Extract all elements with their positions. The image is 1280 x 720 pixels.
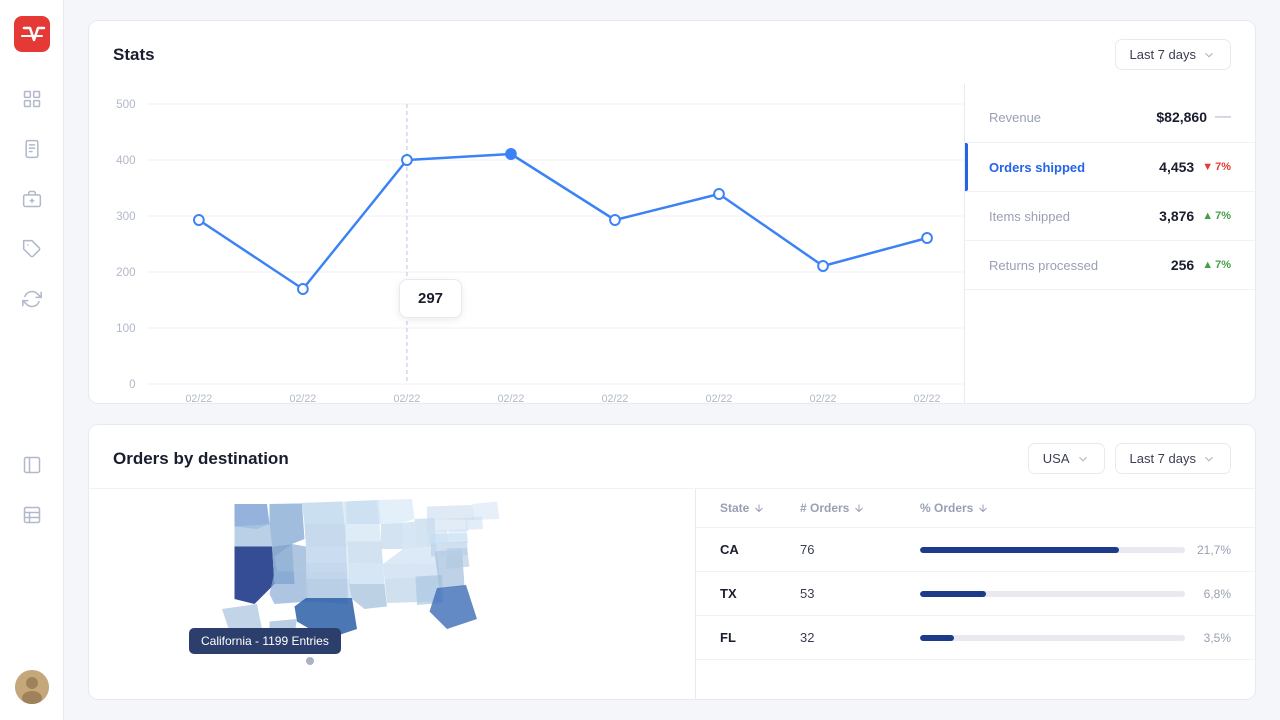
table-row-tx[interactable]: TX 53 6,8%	[696, 572, 1255, 616]
table-row-ca[interactable]: CA 76 21,7%	[696, 528, 1255, 572]
metric-returns-processed[interactable]: Returns processed 256 ▲ 7%	[965, 241, 1255, 290]
state-tx: TX	[720, 586, 800, 601]
map-area: California - 1199 Entries	[89, 489, 695, 700]
stats-title: Stats	[113, 45, 155, 65]
svg-text:300: 300	[116, 209, 136, 223]
sort-icon-state	[753, 502, 765, 514]
user-avatar[interactable]	[15, 670, 49, 704]
metric-orders-shipped-label: Orders shipped	[989, 160, 1159, 175]
svg-text:0: 0	[129, 377, 136, 391]
sort-icon-pct	[977, 502, 989, 514]
svg-text:400: 400	[116, 153, 136, 167]
svg-text:02/22: 02/22	[914, 393, 941, 404]
orders-card: Orders by destination USA Last 7 days	[88, 424, 1256, 700]
orders-body: California - 1199 Entries State # Orders	[89, 488, 1255, 700]
bar-track-fl	[920, 635, 1185, 641]
stats-metrics: Revenue $82,860 — Orders shipped 4,453 ▼…	[965, 84, 1255, 404]
orders-header: Orders by destination USA Last 7 days	[89, 425, 1255, 488]
us-map-svg	[99, 499, 685, 699]
tags-icon[interactable]	[21, 238, 43, 260]
orders-fl: 32	[800, 630, 920, 645]
table-header: State # Orders % Orders	[696, 489, 1255, 528]
table-icon[interactable]	[21, 504, 43, 526]
th-state[interactable]: State	[720, 501, 800, 515]
metric-orders-shipped-value: 4,453	[1159, 159, 1194, 175]
metric-items-shipped-value: 3,876	[1159, 208, 1194, 224]
orders-controls: USA Last 7 days	[1028, 443, 1231, 474]
panel-icon[interactable]	[21, 454, 43, 476]
pct-fl: 3,5%	[920, 631, 1231, 645]
bar-fill-tx	[920, 591, 986, 597]
sort-icon-orders	[853, 502, 865, 514]
stats-body: 500 400 300 200 100 0 02/22 02/22 02/22 …	[89, 84, 1255, 404]
svg-text:02/22: 02/22	[394, 393, 421, 404]
svg-text:02/22: 02/22	[706, 393, 733, 404]
orders-time-filter[interactable]: Last 7 days	[1115, 443, 1232, 474]
down-arrow-icon: ▼	[1202, 161, 1213, 173]
stats-card: Stats Last 7 days	[88, 20, 1256, 404]
country-filter[interactable]: USA	[1028, 443, 1105, 474]
pct-tx: 6,8%	[920, 587, 1231, 601]
chevron-down-icon-2	[1076, 452, 1090, 466]
chart-area: 500 400 300 200 100 0 02/22 02/22 02/22 …	[89, 84, 965, 404]
metric-items-shipped[interactable]: Items shipped 3,876 ▲ 7%	[965, 192, 1255, 241]
bar-fill-fl	[920, 635, 954, 641]
orders-icon[interactable]	[21, 138, 43, 160]
inventory-icon[interactable]	[21, 188, 43, 210]
table-row-fl[interactable]: FL 32 3,5%	[696, 616, 1255, 660]
sync-icon[interactable]	[21, 288, 43, 310]
orders-title: Orders by destination	[113, 449, 289, 469]
th-orders[interactable]: # Orders	[800, 501, 920, 515]
pct-label-tx: 6,8%	[1195, 587, 1231, 601]
bar-track-tx	[920, 591, 1185, 597]
metric-revenue-value: $82,860	[1156, 109, 1207, 125]
metric-items-shipped-label: Items shipped	[989, 209, 1159, 224]
stats-time-filter[interactable]: Last 7 days	[1115, 39, 1232, 70]
sidebar	[0, 0, 64, 720]
dashboard-icon[interactable]	[21, 88, 43, 110]
metric-returns-processed-label: Returns processed	[989, 258, 1171, 273]
orders-ca: 76	[800, 542, 920, 557]
pct-label-ca: 21,7%	[1195, 543, 1231, 557]
svg-text:02/22: 02/22	[810, 393, 837, 404]
svg-text:02/22: 02/22	[498, 393, 525, 404]
chevron-down-icon	[1202, 48, 1216, 62]
svg-text:02/22: 02/22	[185, 393, 212, 404]
pct-ca: 21,7%	[920, 543, 1231, 557]
svg-text:500: 500	[116, 97, 136, 111]
metric-orders-shipped-badge: ▼ 7%	[1202, 161, 1231, 173]
metric-revenue[interactable]: Revenue $82,860 —	[965, 92, 1255, 143]
metric-revenue-label: Revenue	[989, 110, 1156, 125]
main-content: Stats Last 7 days	[64, 0, 1280, 720]
state-table: State # Orders % Orders CA 76	[695, 489, 1255, 700]
state-fl: FL	[720, 630, 800, 645]
bar-track-ca	[920, 547, 1185, 553]
pct-label-fl: 3,5%	[1195, 631, 1231, 645]
metric-revenue-dash: —	[1215, 108, 1231, 126]
metric-orders-shipped[interactable]: Orders shipped 4,453 ▼ 7%	[965, 143, 1255, 192]
svg-text:02/22: 02/22	[602, 393, 629, 404]
logo[interactable]	[14, 16, 50, 52]
metric-returns-processed-value: 256	[1171, 257, 1194, 273]
stats-header: Stats Last 7 days	[89, 21, 1255, 84]
svg-text:100: 100	[116, 321, 136, 335]
chevron-down-icon-3	[1202, 452, 1216, 466]
th-pct[interactable]: % Orders	[920, 501, 1231, 515]
up-arrow-icon-2: ▲	[1202, 259, 1213, 271]
map-tooltip: California - 1199 Entries	[189, 628, 341, 654]
chart-svg: 500 400 300 200 100 0 02/22 02/22 02/22 …	[89, 84, 964, 404]
metric-returns-processed-badge: ▲ 7%	[1202, 259, 1231, 271]
svg-text:02/22: 02/22	[290, 393, 317, 404]
up-arrow-icon: ▲	[1202, 210, 1213, 222]
orders-tx: 53	[800, 586, 920, 601]
bar-fill-ca	[920, 547, 1119, 553]
metric-items-shipped-badge: ▲ 7%	[1202, 210, 1231, 222]
state-ca: CA	[720, 542, 800, 557]
svg-text:200: 200	[116, 265, 136, 279]
